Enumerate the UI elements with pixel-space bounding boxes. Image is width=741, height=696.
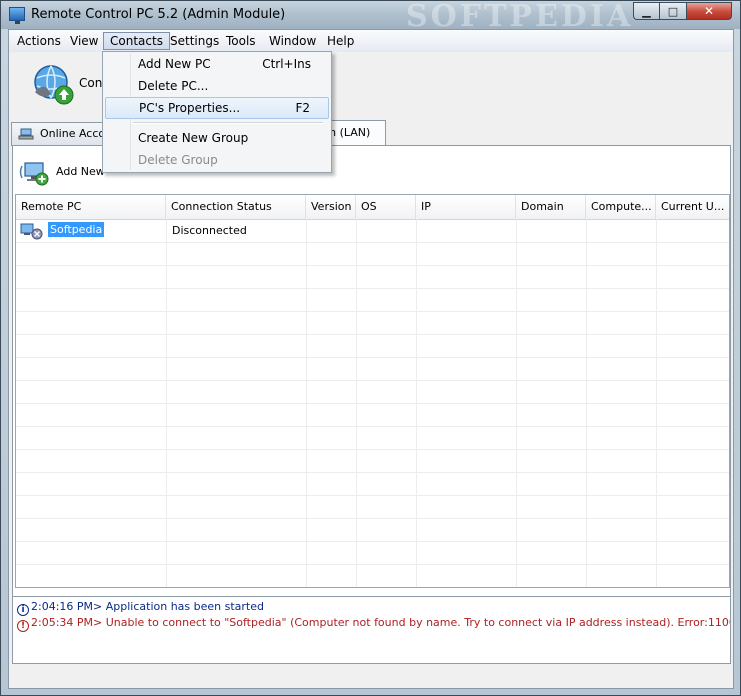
grid-row-line	[16, 288, 729, 289]
grid-row-line	[16, 403, 729, 404]
grid-row-line	[16, 587, 730, 588]
minimize-button[interactable]: ▁	[633, 2, 660, 20]
app-window: Remote Control PC 5.2 (Admin Module) SOF…	[0, 0, 741, 696]
menu-item-delete-pc[interactable]: Delete PC...	[105, 75, 329, 97]
remote-pc-name[interactable]: Softpedia	[48, 222, 105, 237]
info-icon: i	[17, 604, 29, 616]
event-log: i 2:04:16 PM> Application has been starte…	[12, 596, 731, 664]
globe-connect-icon	[34, 65, 74, 105]
grid-row-line	[16, 311, 729, 312]
error-icon: !	[17, 620, 29, 632]
network-icon	[18, 128, 34, 140]
menu-contacts[interactable]: Contacts	[103, 32, 170, 50]
column-header-connection-status[interactable]: Connection Status	[166, 195, 306, 219]
menu-item-add-new-pc[interactable]: Add New PC Ctrl+Ins	[105, 53, 329, 75]
grid-column-line	[516, 219, 517, 587]
menu-view[interactable]: View	[64, 32, 104, 50]
menu-item-label: Delete PC...	[138, 79, 209, 93]
column-header-current-user[interactable]: Current U...	[656, 195, 729, 219]
column-header-remote-pc[interactable]: Remote PC	[16, 195, 166, 219]
table-row[interactable]: Softpedia Disconnected	[16, 219, 729, 242]
grid-column-line	[166, 219, 167, 587]
grid-row-line	[16, 449, 729, 450]
maximize-icon: □	[667, 4, 679, 18]
minimize-icon: ▁	[642, 4, 651, 18]
grid-row-line	[16, 265, 729, 266]
grid-column-line	[306, 219, 307, 587]
menu-item-label: Create New Group	[138, 131, 249, 145]
log-entry-text: 2:04:16 PM> Application has been started	[31, 600, 264, 613]
grid-row-line	[16, 380, 729, 381]
grid-row-line	[16, 541, 729, 542]
column-header-domain[interactable]: Domain	[516, 195, 586, 219]
grid-row-line	[16, 334, 729, 335]
contacts-dropdown-menu: Add New PC Ctrl+Ins Delete PC... PC's Pr…	[102, 51, 332, 173]
grid-column-line	[586, 219, 587, 587]
grid-row-line	[16, 495, 729, 496]
log-entry-error: ! 2:05:34 PM> Unable to connect to "Softp…	[17, 616, 730, 632]
grid-row-line	[16, 357, 729, 358]
column-header-os[interactable]: OS	[356, 195, 416, 219]
tab-online-accounts-label: Online Accou	[40, 127, 111, 140]
menu-item-label: Delete Group	[138, 153, 218, 167]
column-header-version[interactable]: Version	[306, 195, 356, 219]
menu-item-delete-group: Delete Group	[105, 149, 329, 171]
table-body: Softpedia Disconnected	[16, 219, 730, 588]
window-title: Remote Control PC 5.2 (Admin Module)	[31, 7, 286, 22]
column-header-computer[interactable]: Compute...	[586, 195, 656, 219]
maximize-button[interactable]: □	[659, 2, 687, 20]
tab-online-accounts[interactable]: Online Accou	[11, 122, 111, 146]
menu-settings[interactable]: Settings	[164, 32, 225, 50]
table-header: Remote PC Connection Status Version OS I…	[16, 195, 729, 220]
close-icon: ✕	[703, 4, 715, 18]
menu-item-shortcut: F2	[295, 101, 310, 115]
grid-column-line	[356, 219, 357, 587]
menu-help[interactable]: Help	[321, 32, 360, 50]
menu-item-label: PC's Properties...	[139, 101, 241, 115]
grid-column-line	[416, 219, 417, 587]
menu-item-pc-properties[interactable]: PC's Properties... F2	[105, 97, 329, 119]
monitor-app-icon	[9, 7, 25, 24]
grid-column-line	[656, 219, 657, 587]
contacts-panel: Add New Remote PC Connection Status Vers…	[12, 145, 731, 620]
add-new-pc-label: Add New	[56, 165, 105, 178]
remote-pc-icon	[20, 223, 43, 240]
menu-window[interactable]: Window	[263, 32, 322, 50]
remote-pc-table: Remote PC Connection Status Version OS I…	[15, 194, 730, 588]
menu-actions[interactable]: Actions	[11, 32, 67, 50]
title-bar[interactable]: Remote Control PC 5.2 (Admin Module) SOF…	[1, 1, 740, 34]
grid-row-line	[16, 518, 729, 519]
menu-tools[interactable]: Tools	[220, 32, 262, 50]
menu-bar: Actions View Contacts Settings Tools Win…	[9, 30, 733, 53]
grid-row-line	[16, 564, 729, 565]
add-computer-icon	[19, 162, 49, 186]
grid-row-line	[16, 242, 729, 243]
log-entry-text: 2:05:34 PM> Unable to connect to "Softpe…	[31, 616, 730, 629]
column-header-ip[interactable]: IP	[416, 195, 516, 219]
menu-separator	[133, 122, 323, 124]
menu-item-label: Add New PC	[138, 57, 211, 71]
grid-row-line	[16, 472, 729, 473]
close-button[interactable]: ✕	[686, 2, 732, 20]
connection-status-value: Disconnected	[172, 224, 247, 237]
log-entry-info: i 2:04:16 PM> Application has been starte…	[17, 600, 264, 616]
menu-item-shortcut: Ctrl+Ins	[262, 57, 311, 71]
menu-item-create-new-group[interactable]: Create New Group	[105, 127, 329, 149]
grid-row-line	[16, 426, 729, 427]
